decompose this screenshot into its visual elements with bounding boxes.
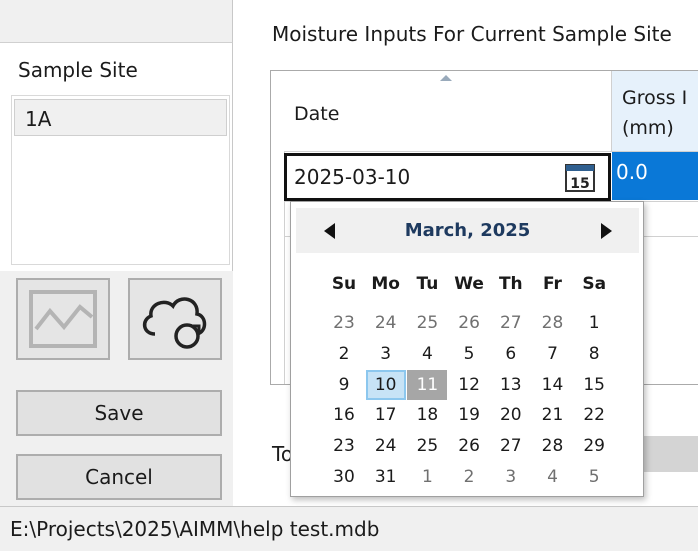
- calendar-day[interactable]: 31: [366, 462, 406, 492]
- calendar-day[interactable]: 30: [324, 462, 364, 492]
- cancel-button[interactable]: Cancel: [16, 454, 222, 500]
- calendar-day[interactable]: 23: [324, 308, 364, 338]
- calendar-day[interactable]: 2: [324, 339, 364, 369]
- calendar-day[interactable]: 26: [449, 431, 489, 461]
- column-header-date[interactable]: Date: [284, 71, 612, 152]
- calendar-weekday-header: Sa: [582, 274, 607, 294]
- calendar-weekday-header: Tu: [416, 274, 439, 294]
- calendar-day[interactable]: 28: [533, 431, 573, 461]
- calendar-day[interactable]: 24: [366, 308, 406, 338]
- calendar-day[interactable]: 26: [449, 308, 489, 338]
- calendar-day[interactable]: 9: [324, 370, 364, 400]
- calendar-day[interactable]: 4: [407, 339, 447, 369]
- date-value[interactable]: 2025-03-10: [294, 165, 410, 189]
- gross-value: 0.0: [616, 160, 648, 184]
- calendar-day[interactable]: 2: [449, 462, 489, 492]
- gross-cell[interactable]: 0.0: [612, 152, 698, 200]
- calendar-day[interactable]: 3: [491, 462, 531, 492]
- calendar-weekday-header: Th: [498, 274, 523, 294]
- database-path: E:\Projects\2025\AIMM\help test.mdb: [10, 517, 380, 541]
- row-header-column: [271, 71, 285, 384]
- column-header-gross-unit: (mm): [622, 117, 674, 139]
- calendar-icon-day: 15: [570, 176, 589, 192]
- calendar-dropdown-button[interactable]: 15: [564, 161, 596, 193]
- chart-icon: [29, 290, 97, 348]
- cloud-sync-icon: [142, 297, 207, 349]
- date-picker-field[interactable]: 2025-03-10 15: [284, 153, 611, 201]
- calendar-day[interactable]: 8: [574, 339, 614, 369]
- column-header-date-label: Date: [294, 103, 340, 125]
- calendar-day[interactable]: 25: [407, 308, 447, 338]
- calendar-day[interactable]: 20: [491, 400, 531, 430]
- calendar-day[interactable]: 16: [324, 400, 364, 430]
- calendar-day[interactable]: 13: [491, 370, 531, 400]
- calendar-day[interactable]: 3: [366, 339, 406, 369]
- save-button[interactable]: Save: [16, 390, 222, 436]
- calendar-day[interactable]: 6: [491, 339, 531, 369]
- calendar-weekday-header: We: [454, 274, 484, 294]
- left-panel-top: [8, 0, 233, 42]
- calendar-day[interactable]: 14: [533, 370, 573, 400]
- sample-site-list-item[interactable]: 1A: [14, 99, 227, 136]
- sample-site-title: Sample Site: [18, 58, 138, 82]
- calendar-day[interactable]: 29: [574, 431, 614, 461]
- calendar-weekday-header: Fr: [543, 274, 562, 294]
- calendar-icon: 15: [565, 164, 595, 192]
- calendar-day[interactable]: 1: [407, 462, 447, 492]
- calendar-day[interactable]: 19: [449, 400, 489, 430]
- calendar-day[interactable]: 27: [491, 308, 531, 338]
- sort-ascending-icon: [440, 75, 452, 81]
- calendar-day[interactable]: 1: [574, 308, 614, 338]
- calendar-day[interactable]: 4: [533, 462, 573, 492]
- calendar-month-label[interactable]: March, 2025: [296, 208, 639, 253]
- chart-button[interactable]: [16, 278, 110, 360]
- calendar-day[interactable]: 27: [491, 431, 531, 461]
- column-header-gross-label: Gross I: [622, 87, 688, 109]
- calendar-day[interactable]: 5: [449, 339, 489, 369]
- calendar-day[interactable]: 24: [366, 431, 406, 461]
- calendar-day[interactable]: 5: [574, 462, 614, 492]
- calendar-day[interactable]: 12: [449, 370, 489, 400]
- calendar-day[interactable]: 15: [574, 370, 614, 400]
- calendar-day[interactable]: 7: [533, 339, 573, 369]
- calendar-day[interactable]: 17: [366, 400, 406, 430]
- calendar-day[interactable]: 28: [533, 308, 573, 338]
- next-month-icon[interactable]: [599, 223, 613, 239]
- section-title: Moisture Inputs For Current Sample Site: [272, 22, 672, 46]
- total-field: [640, 436, 698, 472]
- calendar-weekday-header: Su: [331, 274, 357, 294]
- status-bar: E:\Projects\2025\AIMM\help test.mdb: [0, 506, 698, 551]
- calendar-header: March, 2025: [296, 208, 639, 253]
- calendar-day[interactable]: 18: [407, 400, 447, 430]
- calendar-day[interactable]: 25: [407, 431, 447, 461]
- calendar-day[interactable]: 22: [574, 400, 614, 430]
- cloud-sync-button[interactable]: [128, 278, 222, 360]
- previous-month-icon[interactable]: [323, 223, 337, 239]
- calendar-weekday-header: Mo: [371, 274, 400, 294]
- calendar-day[interactable]: 23: [324, 431, 364, 461]
- calendar-day[interactable]: 10: [365, 369, 406, 400]
- calendar-day[interactable]: 21: [533, 400, 573, 430]
- calendar-day[interactable]: 11: [407, 369, 448, 400]
- column-header-gross[interactable]: Gross I (mm): [612, 71, 698, 152]
